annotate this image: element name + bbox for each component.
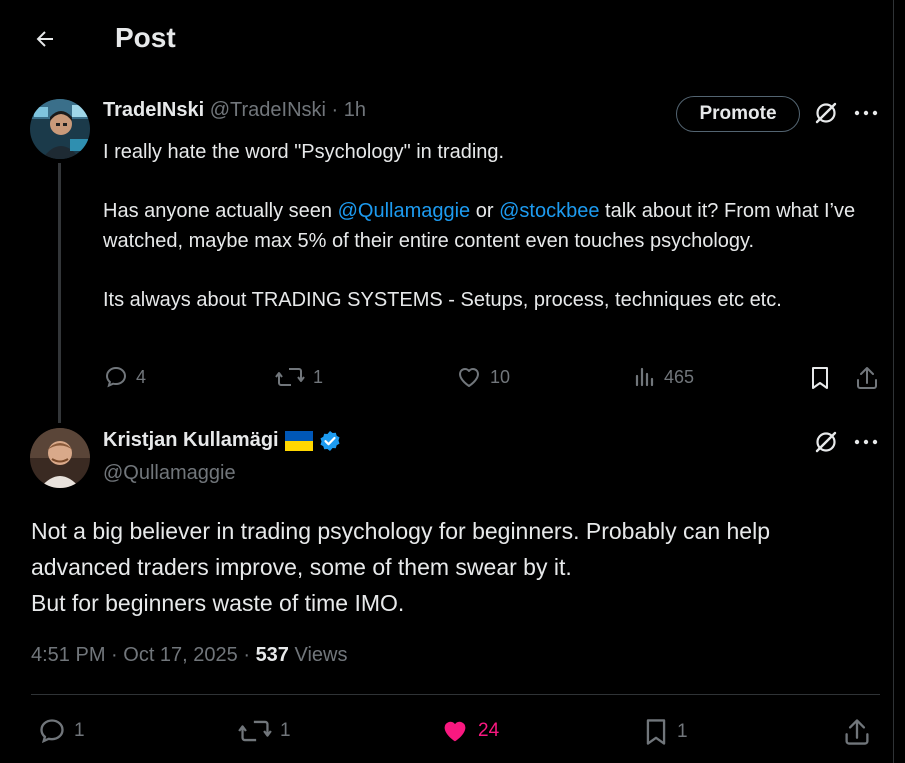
repost-icon (238, 720, 272, 742)
mention-link[interactable]: @stockbee (499, 200, 599, 222)
reply-button[interactable]: 1 (38, 717, 85, 745)
views-button[interactable]: 465 (634, 365, 694, 389)
grok-icon (815, 431, 837, 453)
like-button[interactable]: 24 (440, 717, 499, 745)
bookmark-count: 1 (677, 721, 688, 742)
reply-count: 1 (74, 720, 85, 741)
mention-link[interactable]: @Qullamaggie (338, 200, 471, 222)
reply-author-line: Kristjan Kullamägi (103, 429, 341, 452)
post-line: Its always about TRADING SYSTEMS - Setup… (103, 288, 782, 311)
bookmark-button[interactable] (809, 365, 831, 391)
author-handle[interactable]: @Qullamaggie (103, 462, 236, 485)
reply-count: 4 (136, 366, 147, 387)
repost-count: 1 (313, 366, 324, 387)
post-time[interactable]: 1h (344, 99, 366, 121)
views-icon (635, 367, 654, 387)
post-line: But for beginners waste of time IMO. (31, 590, 405, 616)
more-button[interactable] (852, 429, 880, 455)
avatar[interactable] (30, 99, 90, 159)
parent-author-line: TradeINski @TradeINski · 1h (103, 99, 366, 122)
post-line: Not a big believer in trading psychology… (31, 518, 770, 544)
more-icon (854, 439, 878, 445)
share-icon (857, 367, 877, 389)
post-line: advanced traders improve, some of them s… (31, 554, 572, 580)
repost-button[interactable]: 1 (238, 717, 291, 745)
avatar[interactable] (30, 428, 90, 488)
more-icon (854, 110, 878, 116)
separator: · (325, 99, 344, 121)
author-name[interactable]: TradeINski (103, 99, 204, 121)
reply-button[interactable]: 4 (104, 365, 146, 389)
share-icon (845, 719, 869, 745)
repost-count: 1 (280, 720, 291, 741)
author-name[interactable]: Kristjan Kullamägi (103, 429, 279, 452)
post-timestamp: 4:51 PM · Oct 17, 2025 · 537 Views (31, 644, 347, 667)
like-button[interactable]: 10 (456, 365, 510, 389)
bookmark-icon (812, 367, 828, 389)
grok-button[interactable] (813, 429, 839, 455)
bookmark-icon (646, 719, 666, 745)
reply-post-text: Not a big believer in trading psychology… (31, 513, 881, 621)
like-count: 24 (478, 720, 500, 741)
like-icon (459, 368, 479, 387)
thread-line (58, 163, 61, 423)
grok-button[interactable] (813, 100, 839, 126)
timestamp-link[interactable]: 4:51 PM · Oct 17, 2025 · (31, 644, 256, 666)
divider (31, 694, 880, 695)
views-count: 465 (664, 366, 695, 387)
repost-button[interactable]: 1 (275, 365, 323, 389)
like-count: 10 (490, 366, 511, 387)
verified-icon[interactable] (319, 430, 341, 452)
back-button[interactable] (28, 22, 62, 56)
share-button[interactable] (855, 365, 879, 391)
parent-post-text: I really hate the word "Psychology" in t… (103, 138, 883, 315)
views-label: Views (288, 644, 348, 666)
share-button[interactable] (843, 717, 871, 747)
back-arrow-icon (36, 31, 53, 47)
page-title: Post (115, 22, 176, 53)
more-button[interactable] (852, 100, 880, 126)
post-line: Has anyone actually seen @Qullamaggie or… (103, 200, 856, 252)
views-count: 537 (255, 644, 289, 666)
post-line: I really hate the word "Psychology" in t… (103, 141, 505, 163)
ukraine-flag-icon (284, 430, 313, 451)
header: Post (0, 0, 893, 78)
grok-icon (815, 102, 837, 124)
post-column: Post TradeINski @TradeINski · 1h Promote (0, 0, 894, 763)
promote-button[interactable]: Promote (676, 96, 800, 132)
bookmark-button[interactable]: 1 (643, 717, 688, 747)
reply-icon (40, 719, 64, 744)
like-icon (444, 721, 466, 742)
reply-icon (105, 366, 127, 388)
author-handle[interactable]: @TradeINski (210, 99, 326, 121)
repost-icon (275, 368, 305, 386)
